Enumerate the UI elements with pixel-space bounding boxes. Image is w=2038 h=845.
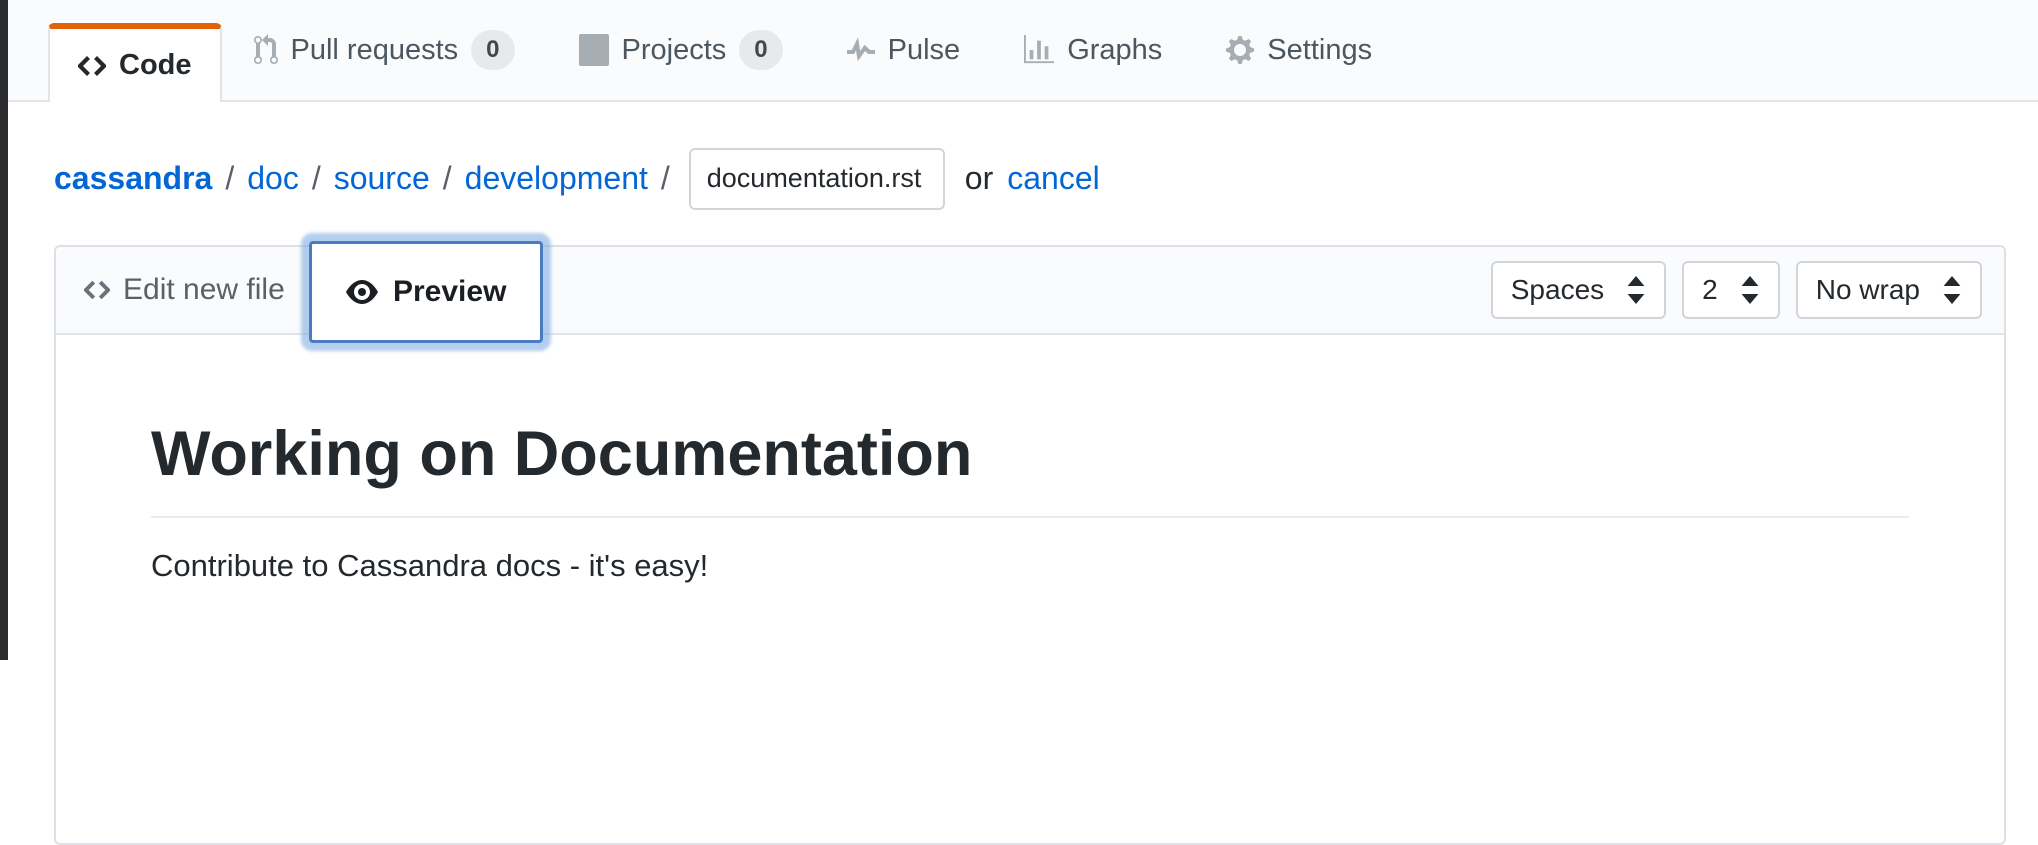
tab-preview[interactable]: Preview: [309, 241, 543, 343]
repo-tab-label: Settings: [1267, 34, 1372, 67]
repo-tab-label: Pulse: [888, 34, 961, 67]
project-icon: [579, 34, 609, 66]
gear-icon: [1226, 34, 1254, 66]
preview-tab-label: Preview: [393, 275, 506, 309]
projects-count-badge: 0: [739, 30, 782, 69]
pull-requests-count-badge: 0: [471, 30, 514, 69]
window-edge: [0, 0, 8, 660]
eye-icon: [346, 276, 378, 308]
updown-caret-icon: [1942, 276, 1962, 304]
code-icon: [84, 275, 110, 305]
pulse-icon: [847, 34, 875, 66]
breadcrumb-separator: /: [661, 160, 670, 197]
repo-tab-settings[interactable]: Settings: [1194, 0, 1404, 100]
breadcrumb-folder-doc[interactable]: doc: [247, 160, 299, 197]
git-pull-request-icon: [254, 34, 278, 66]
breadcrumb-folder-source[interactable]: source: [334, 160, 430, 197]
repo-tab-label: Projects: [622, 34, 727, 67]
filename-input[interactable]: [689, 148, 945, 210]
updown-caret-icon: [1626, 276, 1646, 304]
breadcrumb-separator: /: [443, 160, 452, 197]
or-label: or: [965, 160, 993, 197]
repo-tab-projects[interactable]: Projects 0: [547, 0, 815, 100]
preview-paragraph: Contribute to Cassandra docs - it's easy…: [151, 548, 1909, 584]
repo-tab-code[interactable]: Code: [48, 23, 222, 102]
editor-header: Edit new file Preview Spaces 2 No wrap: [56, 247, 2004, 335]
wrap-mode-value: No wrap: [1816, 274, 1920, 306]
repo-tab-graphs[interactable]: Graphs: [992, 0, 1194, 100]
repo-tab-pull-requests[interactable]: Pull requests 0: [222, 0, 547, 100]
repo-nav: Code Pull requests 0 Projects 0 Pulse Gr…: [8, 0, 2038, 102]
code-icon: [78, 50, 106, 82]
wrap-mode-select[interactable]: No wrap: [1796, 261, 1982, 319]
graph-icon: [1024, 35, 1054, 65]
file-editor-container: Edit new file Preview Spaces 2 No wrap W…: [54, 245, 2006, 845]
updown-caret-icon: [1740, 276, 1760, 304]
repo-tab-label: Pull requests: [291, 34, 459, 67]
cancel-link[interactable]: cancel: [1007, 160, 1100, 197]
repo-tab-label: Code: [119, 49, 192, 82]
edit-tab-label: Edit new file: [123, 273, 285, 307]
indent-mode-value: Spaces: [1511, 274, 1604, 306]
breadcrumb: cassandra / doc / source / development /…: [54, 132, 2038, 225]
breadcrumb-separator: /: [312, 160, 321, 197]
repo-tab-label: Graphs: [1067, 34, 1162, 67]
indent-size-select[interactable]: 2: [1682, 261, 1780, 319]
preview-heading: Working on Documentation: [151, 415, 1909, 518]
indent-mode-select[interactable]: Spaces: [1491, 261, 1666, 319]
tab-edit-new-file[interactable]: Edit new file: [84, 273, 285, 307]
indent-size-value: 2: [1702, 274, 1718, 306]
preview-pane: Working on Documentation Contribute to C…: [56, 335, 2004, 584]
repo-tab-pulse[interactable]: Pulse: [815, 0, 993, 100]
breadcrumb-folder-development[interactable]: development: [465, 160, 648, 197]
breadcrumb-repo-link[interactable]: cassandra: [54, 160, 212, 197]
breadcrumb-separator: /: [225, 160, 234, 197]
